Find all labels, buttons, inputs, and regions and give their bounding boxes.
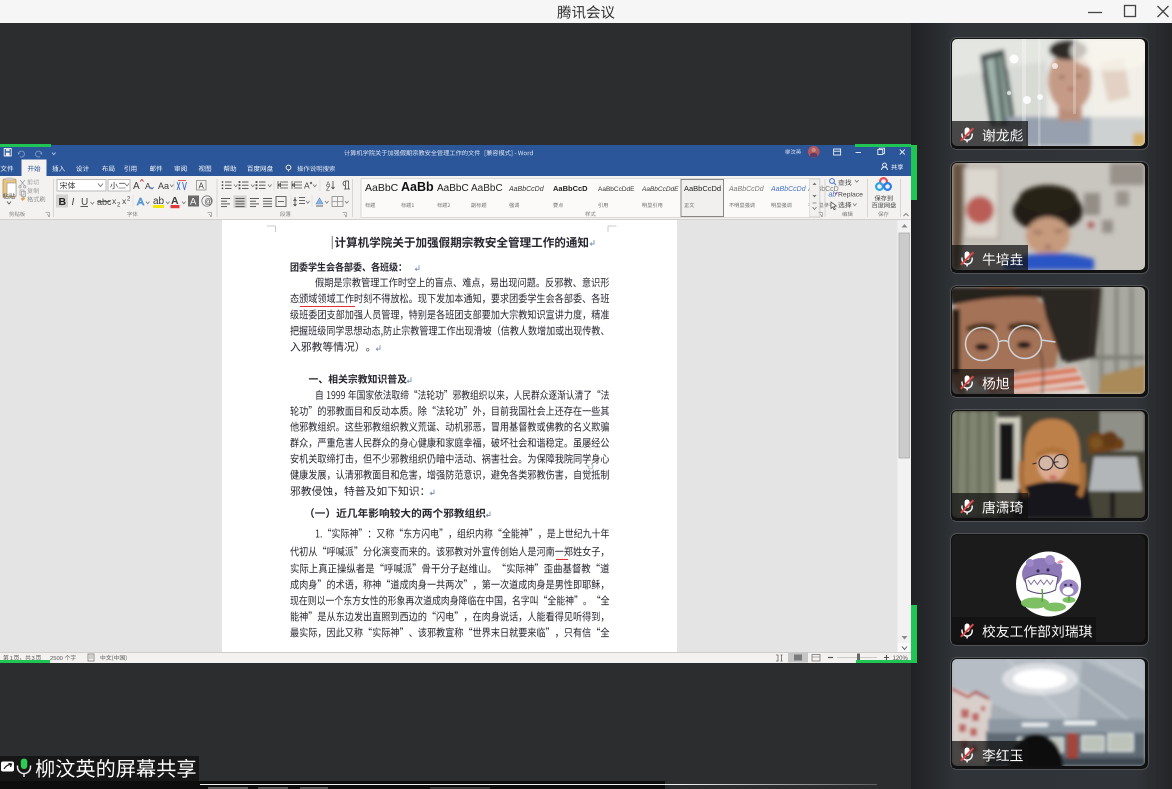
svg-text:AaBbCcDd: AaBbCcDd (684, 184, 721, 193)
svg-text:2: 2 (117, 203, 121, 209)
svg-text:I: I (72, 197, 75, 208)
svg-text:AaBbC: AaBbC (437, 183, 469, 194)
svg-text:AaBbCcDd: AaBbCcDd (770, 186, 807, 193)
svg-text:ab: ab (829, 192, 837, 199)
svg-text:AaBbCcD: AaBbCcD (553, 184, 588, 193)
svg-text:Aa: Aa (158, 181, 169, 191)
svg-text:AaBbCcDdE: AaBbCcDdE (641, 186, 679, 193)
svg-text:abc: abc (97, 197, 112, 207)
svg-text:@: @ (204, 197, 212, 206)
svg-text:AaBbCcDd: AaBbCcDd (508, 186, 545, 193)
svg-text:2500: 2500 (50, 656, 63, 662)
svg-text:B: B (59, 196, 67, 208)
svg-text:AaBbC: AaBbC (471, 183, 503, 194)
svg-text:2: 2 (127, 197, 131, 203)
svg-text:AaBbCcDdE: AaBbCcDdE (598, 186, 635, 193)
svg-text:Replace: Replace (838, 192, 863, 199)
svg-text:A: A (304, 181, 310, 191)
svg-text:AaBb: AaBb (401, 180, 434, 194)
svg-text:AaBbCcDd: AaBbCcDd (728, 186, 765, 193)
svg-text:A: A (145, 181, 151, 191)
svg-text:A: A (133, 181, 140, 192)
svg-text:A: A (190, 197, 197, 208)
svg-text:A: A (137, 196, 144, 208)
svg-text:Z: Z (326, 186, 330, 193)
svg-text:A: A (199, 182, 205, 191)
svg-text:AaBbC: AaBbC (365, 182, 399, 194)
